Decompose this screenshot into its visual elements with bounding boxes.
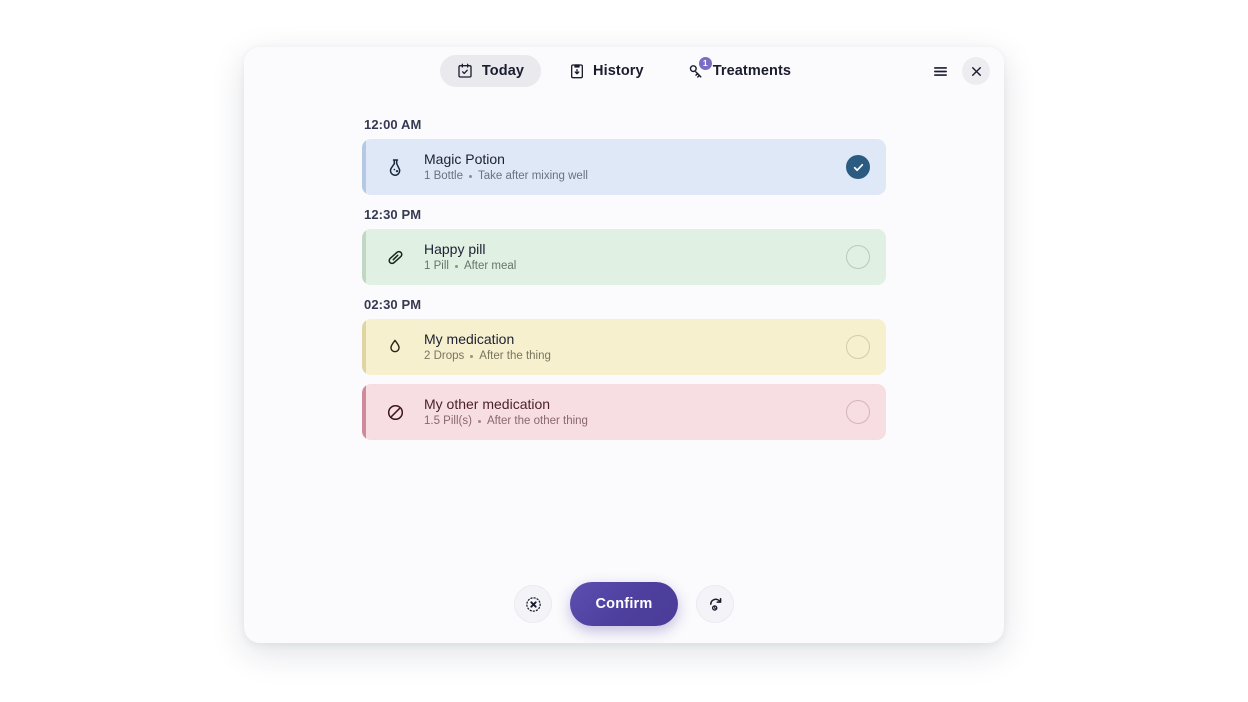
time-group: 02:30 PM My medication 2 Drops After the… — [362, 297, 886, 440]
med-dose: 2 Drops — [424, 350, 465, 362]
med-note: After the thing — [479, 350, 551, 362]
med-card-my-medication[interactable]: My medication 2 Drops After the thing — [362, 319, 886, 375]
med-name: My other medication — [424, 396, 551, 412]
med-name: My medication — [424, 331, 515, 347]
time-label: 12:00 AM — [364, 117, 422, 132]
med-card-happy-pill[interactable]: Happy pill 1 Pill After meal — [362, 229, 886, 285]
menu-button[interactable] — [926, 57, 954, 85]
separator-dot — [477, 419, 481, 423]
snooze-button[interactable] — [696, 585, 734, 623]
droplet-icon — [384, 336, 406, 358]
separator-dot — [454, 264, 458, 268]
tab-treatments-label: Treatments — [712, 63, 792, 79]
header-actions — [926, 57, 990, 85]
potion-flask-icon — [384, 156, 406, 178]
med-subtitle: 1.5 Pill(s) After the other thing — [424, 414, 846, 428]
separator-dot — [470, 354, 474, 358]
tab-history-label: History — [593, 63, 644, 79]
med-text: Happy pill 1 Pill After meal — [424, 241, 846, 273]
med-note: Take after mixing well — [478, 170, 588, 182]
med-checkbox-checked[interactable] — [846, 155, 870, 179]
med-text: My other medication 1.5 Pill(s) After th… — [424, 396, 846, 428]
app-root: Today History 1 Treatments 12:00 AM Magi… — [0, 0, 1248, 702]
close-button[interactable] — [962, 57, 990, 85]
separator-dot — [469, 174, 472, 178]
med-dose: 1.5 Pill(s) — [424, 415, 472, 427]
med-card-my-other-medication[interactable]: My other medication 1.5 Pill(s) After th… — [362, 384, 886, 440]
medication-dialog: Today History 1 Treatments 12:00 AM Magi… — [244, 47, 1004, 643]
med-note: After the other thing — [486, 415, 588, 427]
circle-slash-icon — [384, 401, 406, 423]
treatments-badge: 1 — [698, 56, 712, 70]
time-label: 12:30 PM — [364, 207, 422, 222]
med-card-magic-potion[interactable]: Magic Potion 1 Bottle Take after mixing … — [362, 139, 886, 195]
time-label: 02:30 PM — [364, 297, 422, 312]
tab-today[interactable]: Today — [439, 55, 542, 87]
schedule-list: 12:00 AM Magic Potion 1 Bottle Take afte… — [244, 95, 1004, 565]
med-checkbox-unchecked[interactable] — [846, 245, 870, 269]
dialog-footer: Confirm — [244, 565, 1004, 643]
med-subtitle: 2 Drops After the thing — [424, 349, 846, 363]
tab-bar: Today History 1 Treatments — [439, 55, 808, 87]
tab-treatments[interactable]: 1 Treatments — [671, 55, 808, 87]
med-checkbox-unchecked[interactable] — [846, 400, 870, 424]
med-name: Happy pill — [424, 241, 486, 257]
calendar-check-icon — [457, 63, 474, 80]
med-subtitle: 1 Pill After meal — [424, 259, 846, 273]
skip-all-button[interactable] — [514, 585, 552, 623]
med-text: Magic Potion 1 Bottle Take after mixing … — [424, 151, 846, 183]
med-dose: 1 Pill — [424, 260, 449, 272]
med-name: Magic Potion — [424, 151, 505, 167]
pill-syringe-icon: 1 — [688, 56, 712, 80]
confirm-button[interactable]: Confirm — [570, 582, 678, 626]
dialog-header: Today History 1 Treatments — [244, 47, 1004, 95]
clipboard-icon — [568, 63, 585, 80]
tab-today-label: Today — [481, 63, 525, 79]
tab-history[interactable]: History — [551, 55, 661, 87]
time-group: 12:00 AM Magic Potion 1 Bottle Take afte… — [362, 117, 886, 195]
capsule-icon — [384, 246, 406, 268]
time-group: 12:30 PM Happy pill 1 Pill After meal — [362, 207, 886, 285]
med-checkbox-unchecked[interactable] — [846, 335, 870, 359]
med-dose: 1 Bottle — [424, 170, 463, 182]
med-note: After meal — [463, 260, 517, 272]
med-subtitle: 1 Bottle Take after mixing well — [424, 169, 846, 183]
med-text: My medication 2 Drops After the thing — [424, 331, 846, 363]
